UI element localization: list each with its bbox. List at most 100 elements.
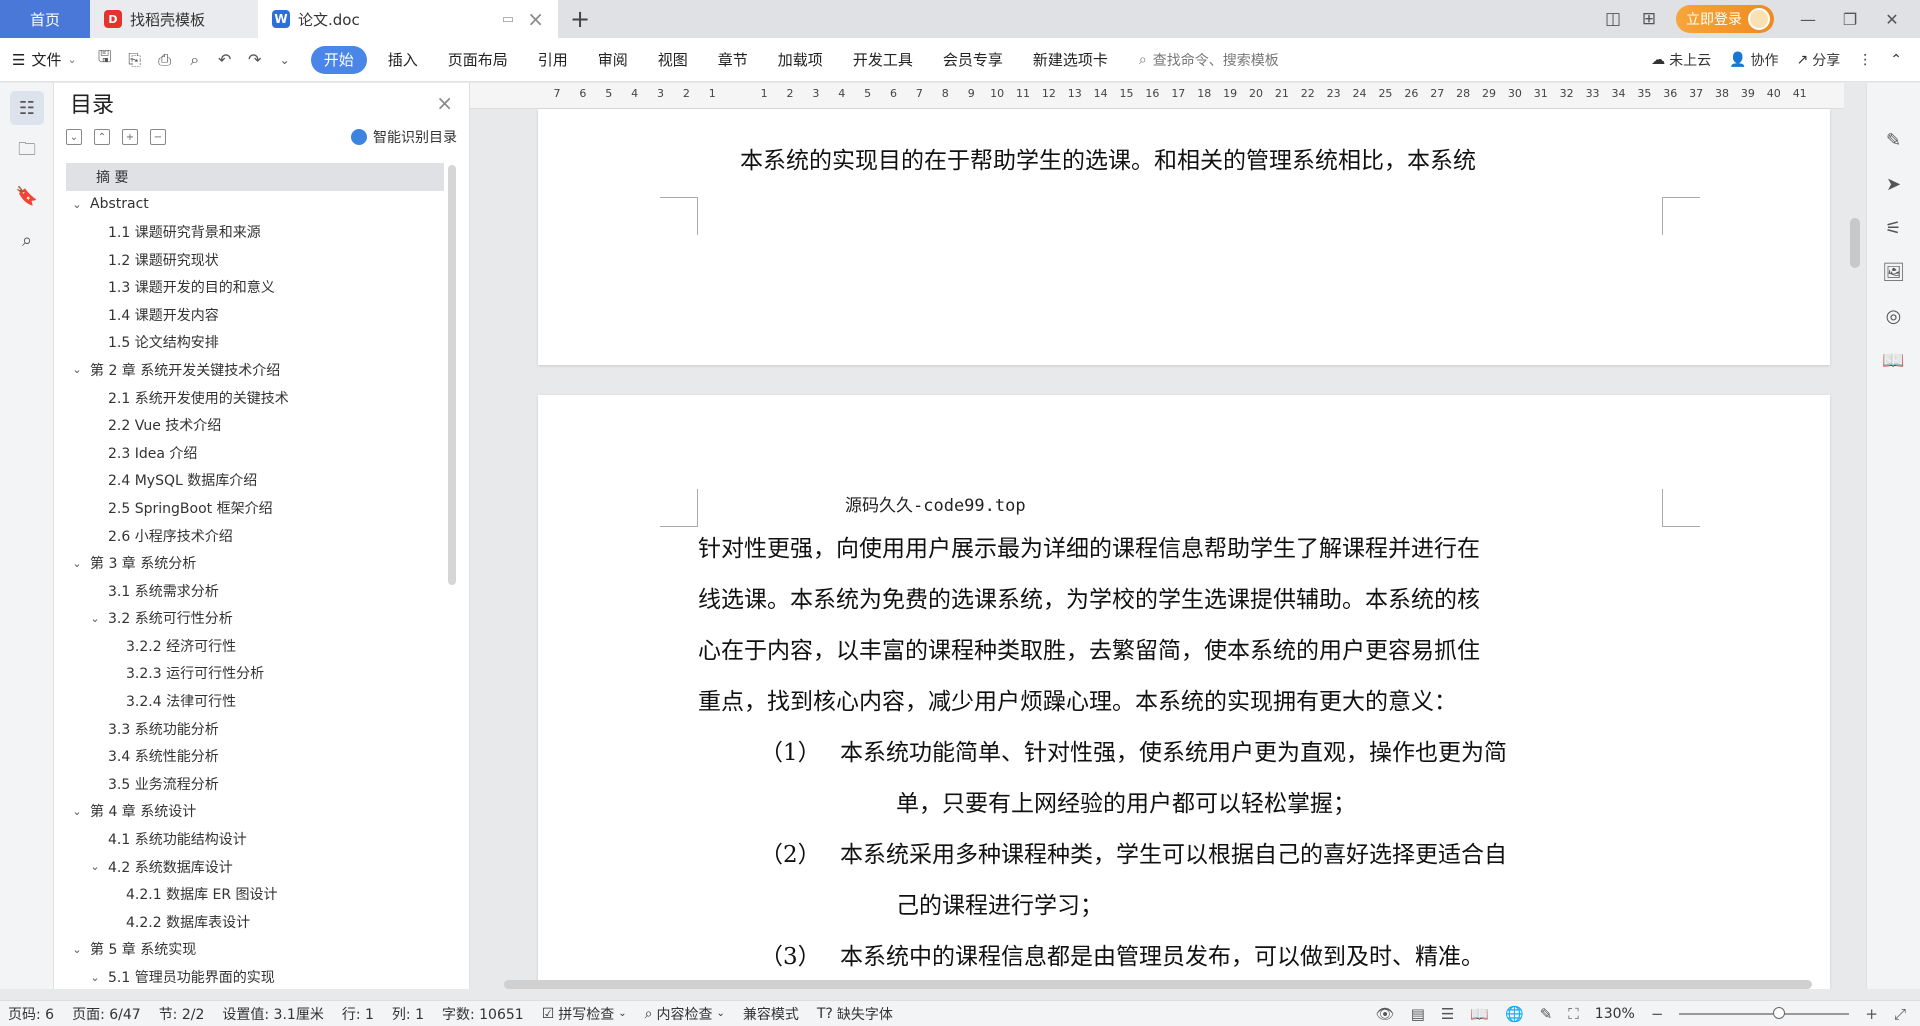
print-preview-icon[interactable]: ⌕ — [183, 48, 207, 72]
chevron-down-icon[interactable]: ⌄ — [70, 557, 84, 570]
toc-item[interactable]: 3.2.4 法律可行性 — [66, 687, 444, 715]
toc-item[interactable]: ⌄ Abstract — [66, 191, 444, 219]
toc-item[interactable]: 3.5 业务流程分析 — [66, 770, 444, 798]
fullscreen-icon[interactable]: ⤢ — [1894, 1005, 1906, 1023]
image-tool-icon[interactable]: 🖼 — [1877, 255, 1911, 289]
status-col[interactable]: 列: 1 — [392, 1004, 424, 1024]
spell-check-button[interactable]: ☑ 拼写检查 ⌄ — [542, 1004, 627, 1024]
chevron-down-icon[interactable]: ⌄ — [70, 805, 84, 818]
reading-mode-icon[interactable]: 📖 — [1877, 343, 1911, 377]
toc-item[interactable]: ⌄ 5.1 管理员功能界面的实现 — [66, 963, 444, 983]
vertical-scrollbar-thumb[interactable] — [1850, 218, 1860, 268]
toc-item[interactable]: ⌄ 3.2 系统可行性分析 — [66, 605, 444, 633]
toc-item[interactable]: ⌄ 第 2 章 系统开发关键技术介绍 — [66, 356, 444, 384]
tab-home[interactable]: 首页 — [0, 0, 90, 38]
horizontal-scrollbar-thumb[interactable] — [504, 980, 1812, 989]
status-section[interactable]: 节: 2/2 — [159, 1004, 205, 1024]
toc-item[interactable]: 2.5 SpringBoot 框架介绍 — [66, 494, 444, 522]
smart-toc-button[interactable]: 智能识别目录 — [351, 127, 457, 147]
zoom-slider[interactable] — [1679, 1006, 1850, 1019]
toc-item[interactable]: 3.2.2 经济可行性 — [66, 632, 444, 660]
tab-developer[interactable]: 开发工具 — [838, 46, 928, 74]
status-words[interactable]: 字数: 10651 — [442, 1004, 524, 1024]
chevron-down-icon[interactable]: ⌄ — [70, 943, 84, 956]
find-icon[interactable]: ⌕ — [10, 223, 44, 257]
chevron-down-icon[interactable]: ⌄ — [70, 363, 84, 376]
minimize-icon[interactable]: — — [1790, 4, 1826, 34]
float-window-icon[interactable]: ▭ — [502, 12, 514, 27]
write-mode-icon[interactable]: ✎ — [1540, 1005, 1553, 1023]
toc-item[interactable]: 4.1 系统功能结构设计 — [66, 825, 444, 853]
tab-view[interactable]: 视图 — [643, 46, 703, 74]
tab-chapter[interactable]: 章节 — [703, 46, 763, 74]
page-view-icon[interactable]: ▤ — [1411, 1005, 1425, 1023]
zoom-value[interactable]: 130% — [1595, 1006, 1635, 1022]
toc-item[interactable]: 3.3 系统功能分析 — [66, 715, 444, 743]
toc-item[interactable]: 3.4 系统性能分析 — [66, 742, 444, 770]
reading-view-icon[interactable]: 📖 — [1470, 1005, 1489, 1023]
status-page-code[interactable]: 页码: 6 — [8, 1004, 54, 1024]
status-setting[interactable]: 设置值: 3.1厘米 — [222, 1004, 323, 1024]
export-pdf-icon[interactable]: ⎘ — [123, 48, 147, 72]
undo-icon[interactable]: ↶ — [213, 48, 237, 72]
toc-item[interactable]: 3.1 系统需求分析 — [66, 577, 444, 605]
remove-heading-icon[interactable]: − — [150, 129, 166, 145]
toc-item[interactable]: 4.2.2 数据库表设计 — [66, 908, 444, 936]
apps-grid-icon[interactable]: ⊞ — [1634, 4, 1664, 34]
toc-scrollbar[interactable] — [448, 165, 456, 585]
file-menu[interactable]: ☰ 文件 ⌄ — [12, 49, 77, 70]
toc-item[interactable]: ⌄ 4.2 系统数据库设计 — [66, 853, 444, 881]
expand-all-icon[interactable]: ⌃ — [94, 129, 110, 145]
close-window-icon[interactable]: ✕ — [1874, 4, 1910, 34]
chevron-down-icon[interactable]: ⌄ — [88, 971, 102, 983]
login-button[interactable]: 立即登录 — [1676, 5, 1774, 33]
toc-item[interactable]: 2.6 小程序技术介绍 — [66, 522, 444, 550]
chevron-down-icon[interactable]: ⌄ — [70, 198, 84, 211]
toc-item[interactable]: 1.5 论文结构安排 — [66, 329, 444, 357]
fit-page-icon[interactable]: ⛶ — [1568, 1005, 1579, 1023]
new-tab-button[interactable]: + — [558, 0, 602, 38]
toc-item[interactable]: 2.1 系统开发使用的关键技术 — [66, 384, 444, 412]
zoom-out-icon[interactable]: − — [1651, 1005, 1664, 1023]
print-icon[interactable]: ⎙ — [153, 48, 177, 72]
tab-review[interactable]: 审阅 — [583, 46, 643, 74]
horizontal-ruler[interactable]: 7 6 5 4 3 2 1 1 2 3 4 5 6 7 8 9 10 11 12 13 14 15 16 17 18 19 20 21… — [470, 83, 1844, 109]
tab-docer[interactable]: D 找稻壳模板 — [90, 0, 258, 38]
toc-panel-icon[interactable]: ☷ — [10, 91, 44, 125]
layout-icon[interactable]: ◫ — [1598, 4, 1628, 34]
toc-item[interactable]: ⌄ 第 4 章 系统设计 — [66, 798, 444, 826]
select-cursor-icon[interactable]: ➤ — [1877, 167, 1911, 201]
compass-icon[interactable]: ◎ — [1877, 299, 1911, 333]
tab-document[interactable]: W 论文.doc ▭ × — [258, 0, 558, 38]
eye-protection-icon[interactable]: 👁 — [1376, 1005, 1395, 1023]
toc-item[interactable]: 1.2 课题研究现状 — [66, 246, 444, 274]
toc-item[interactable]: 1.4 课题开发内容 — [66, 301, 444, 329]
compat-mode-label[interactable]: 兼容模式 — [743, 1004, 799, 1024]
toc-item[interactable]: ⌄ 第 5 章 系统实现 — [66, 936, 444, 964]
toc-item[interactable]: 2.3 Idea 介绍 — [66, 439, 444, 467]
bookmark-icon[interactable]: 🔖 — [10, 179, 44, 213]
collab-button[interactable]: 👤 协作 — [1729, 50, 1778, 70]
missing-font-button[interactable]: T? 缺失字体 — [817, 1004, 893, 1024]
web-view-icon[interactable]: 🌐 — [1505, 1005, 1524, 1023]
save-icon[interactable]: 🖫 — [93, 47, 117, 72]
section-nav-icon[interactable]: 🗀 — [10, 135, 44, 169]
outline-view-icon[interactable]: ☰ — [1441, 1005, 1454, 1023]
tab-addins[interactable]: 加载项 — [763, 46, 838, 74]
share-button[interactable]: ↗ 分享 — [1797, 50, 1841, 70]
zoom-slider-knob[interactable] — [1772, 1006, 1785, 1019]
customize-toolbar-icon[interactable]: ⌄ — [273, 48, 297, 72]
chevron-down-icon[interactable]: ⌄ — [88, 612, 102, 625]
command-search[interactable]: ⌕ 查找命令、搜索模板 — [1139, 50, 1279, 70]
status-row[interactable]: 行: 1 — [342, 1004, 374, 1024]
tab-insert[interactable]: 插入 — [373, 46, 433, 74]
redo-icon[interactable]: ↷ — [243, 48, 267, 72]
status-page[interactable]: 页面: 6/47 — [72, 1004, 141, 1024]
tab-start[interactable]: 开始 — [310, 45, 367, 74]
toc-item[interactable]: 1.1 课题研究背景和来源 — [66, 218, 444, 246]
toc-item[interactable]: ⌄ 第 3 章 系统分析 — [66, 549, 444, 577]
toc-item[interactable]: 2.2 Vue 技术介绍 — [66, 411, 444, 439]
more-options-icon[interactable]: ⋮ — [1858, 52, 1872, 68]
tab-references[interactable]: 引用 — [523, 46, 583, 74]
content-check-button[interactable]: ⌕ 内容检查 ⌄ — [645, 1004, 725, 1024]
